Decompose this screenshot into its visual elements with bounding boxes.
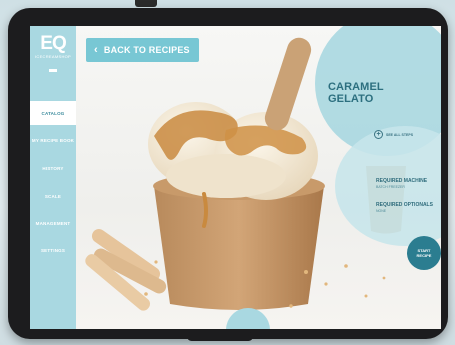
- wooden-spoon: [264, 37, 312, 131]
- back-button-label: BACK TO RECIPES: [103, 45, 190, 55]
- see-all-steps-link[interactable]: + SEE ALL STEPS: [374, 130, 413, 139]
- sidebar-item-catalog[interactable]: CATALOG: [30, 101, 76, 125]
- paper-cup: [154, 186, 324, 310]
- tablet-device: EQ ICECREAMSHOP CATALOG MY RECIPE BOOK H…: [8, 8, 448, 339]
- device-bottom-edge: [187, 332, 253, 341]
- required-machine-value: BATCH FREEZER: [376, 185, 405, 189]
- recipe-title: CARAMEL GELATO: [328, 81, 384, 105]
- required-machine-label: REQUIRED MACHINE: [376, 178, 428, 184]
- logo-mark: EQ: [40, 33, 66, 54]
- sidebar-item-settings[interactable]: SETTINGS: [30, 238, 76, 262]
- start-recipe-button[interactable]: START RECIPE: [407, 236, 441, 270]
- required-optionals-label: REQUIRED OPTIONALS: [376, 202, 433, 208]
- wooden-spoons: [85, 229, 167, 311]
- logo-chip: [49, 69, 57, 72]
- chevron-left-icon: ‹: [94, 44, 98, 56]
- sidebar-item-my-recipe-book[interactable]: MY RECIPE BOOK: [30, 128, 76, 152]
- plus-icon: +: [374, 130, 383, 139]
- see-all-label: SEE ALL STEPS: [386, 132, 414, 137]
- required-optionals-value: NONE: [376, 209, 387, 213]
- device-stand: [135, 0, 157, 7]
- app-logo: EQ ICECREAMSHOP: [34, 33, 72, 72]
- sidebar-item-management[interactable]: MANAGEMENT: [30, 211, 76, 235]
- recipe-label: RECIPE: [416, 253, 432, 258]
- back-to-recipes-button[interactable]: ‹ BACK TO RECIPES: [86, 38, 199, 62]
- sidebar-item-history[interactable]: HISTORY: [30, 156, 76, 180]
- logo-subtitle: ICECREAMSHOP: [34, 54, 72, 59]
- sidebar-item-scale[interactable]: SCALE: [30, 184, 76, 208]
- sidebar: EQ ICECREAMSHOP CATALOG MY RECIPE BOOK H…: [30, 26, 76, 329]
- app-screen: EQ ICECREAMSHOP CATALOG MY RECIPE BOOK H…: [30, 26, 441, 329]
